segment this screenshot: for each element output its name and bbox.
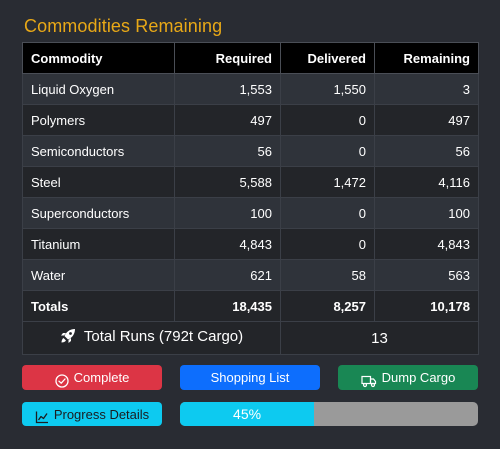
progress-bar-fill: 45%: [180, 402, 315, 426]
remaining-value: 56: [374, 135, 479, 167]
required-value: 1,553: [174, 73, 281, 105]
complete-button[interactable]: Complete: [22, 365, 162, 390]
required-value: 621: [174, 259, 281, 291]
commodity-name: Liquid Oxygen: [22, 73, 175, 105]
table-row: Water 621 58 563: [22, 259, 479, 291]
totals-required: 18,435: [174, 290, 281, 322]
progress-bar-track: 45%: [180, 402, 478, 426]
truck-icon: [361, 371, 377, 387]
total-runs-value: 13: [280, 321, 479, 355]
remaining-value: 3: [374, 73, 479, 105]
page-title: Commodities Remaining: [24, 16, 223, 36]
table-row: Titanium 4,843 0 4,843: [22, 228, 479, 260]
totals-row: Totals 18,435 8,257 10,178: [22, 290, 479, 322]
required-value: 56: [174, 135, 281, 167]
commodity-name: Polymers: [22, 104, 175, 136]
required-value: 497: [174, 104, 281, 136]
column-header-required: Required: [174, 42, 281, 74]
table-row: Steel 5,588 1,472 4,116: [22, 166, 479, 198]
remaining-value: 563: [374, 259, 479, 291]
total-runs-label: Total Runs (792t Cargo): [83, 328, 244, 345]
table-row: Liquid Oxygen 1,553 1,550 3: [22, 73, 479, 105]
commodities-panel: Commodities Remaining Commodity Required…: [0, 0, 500, 449]
totals-remaining: 10,178: [374, 290, 479, 322]
totals-delivered: 8,257: [280, 290, 375, 322]
dump-cargo-button-label: Dump Cargo: [381, 370, 456, 385]
rocket-icon: [60, 328, 76, 348]
total-runs-label-cell: Total Runs (792t Cargo): [22, 321, 281, 355]
table-header-row: Commodity Required Delivered Remaining: [22, 42, 479, 74]
remaining-value: 497: [374, 104, 479, 136]
remaining-value: 4,843: [374, 228, 479, 260]
commodity-name: Titanium: [22, 228, 175, 260]
dump-cargo-button[interactable]: Dump Cargo: [338, 365, 478, 390]
commodity-name: Semiconductors: [22, 135, 175, 167]
remaining-value: 100: [374, 197, 479, 229]
delivered-value: 1,550: [280, 73, 375, 105]
check-circle-icon: [55, 371, 69, 388]
delivered-value: 0: [280, 197, 375, 229]
delivered-value: 0: [280, 135, 375, 167]
shopping-list-button[interactable]: Shopping List: [180, 365, 320, 390]
delivered-value: 0: [280, 104, 375, 136]
progress-details-button-label: Progress Details: [53, 406, 150, 422]
totals-label: Totals: [22, 290, 175, 322]
progress-label: 45%: [233, 406, 262, 422]
commodity-name: Steel: [22, 166, 175, 198]
commodity-name: Superconductors: [22, 197, 175, 229]
required-value: 100: [174, 197, 281, 229]
column-header-remaining: Remaining: [374, 42, 479, 74]
column-header-commodity: Commodity: [22, 42, 175, 74]
complete-button-label: Complete: [73, 370, 130, 385]
required-value: 5,588: [174, 166, 281, 198]
shopping-list-button-label: Shopping List: [210, 370, 290, 385]
table-row: Semiconductors 56 0 56: [22, 135, 479, 167]
commodities-table: Commodity Required Delivered Remaining L…: [22, 42, 479, 355]
delivered-value: 0: [280, 228, 375, 260]
remaining-value: 4,116: [374, 166, 479, 198]
chart-line-icon: [35, 407, 49, 424]
commodity-name: Water: [22, 259, 175, 291]
table-row: Polymers 497 0 497: [22, 104, 479, 136]
column-header-delivered: Delivered: [280, 42, 375, 74]
delivered-value: 1,472: [280, 166, 375, 198]
progress-details-button[interactable]: Progress Details: [22, 402, 162, 426]
required-value: 4,843: [174, 228, 281, 260]
total-runs-row: Total Runs (792t Cargo) 13: [22, 321, 479, 355]
delivered-value: 58: [280, 259, 375, 291]
table-row: Superconductors 100 0 100: [22, 197, 479, 229]
